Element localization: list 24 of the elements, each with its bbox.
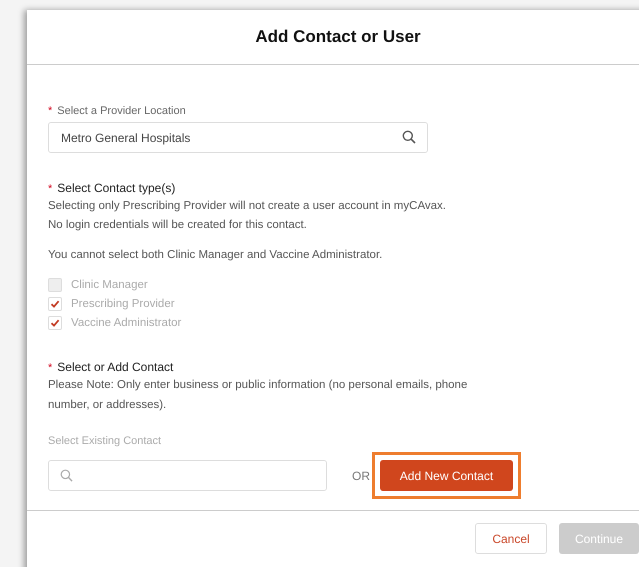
note-text: Please Note: Only enter business or public information (no personal emails, phone number, or addresses). [48, 378, 468, 413]
required-asterisk: * [48, 105, 52, 117]
cancel-button[interactable]: Cancel [475, 523, 547, 554]
search-icon [402, 130, 416, 144]
required-asterisk: * [48, 183, 52, 195]
section-heading: Select or Add Contact [57, 360, 174, 374]
search-icon [60, 469, 73, 482]
warning-text: You cannot select both Clinic Manager and Vaccine Administrator. [48, 248, 384, 263]
checkbox-label: Vaccine Administrator [71, 317, 182, 329]
checkbox[interactable] [48, 316, 62, 330]
required-asterisk: * [48, 362, 52, 374]
location-field[interactable]: Metro General Hospitals [48, 122, 428, 153]
checkbox-label: Prescribing Provider [71, 298, 175, 310]
section-heading: Select Contact type(s) [57, 181, 176, 195]
add-new-contact-button[interactable]: Add New Contact [380, 460, 513, 491]
checkbox-label: Clinic Manager [71, 279, 148, 291]
checkbox[interactable] [48, 297, 62, 311]
or-text: OR [352, 468, 370, 482]
field-label: Select a Provider Location [57, 105, 186, 117]
info-text: No login credentials will be created for this contact. [48, 218, 308, 233]
field-label: Select Existing Contact [48, 435, 162, 447]
info-text: Selecting only Prescribing Provider will not create a user account in myCAvax. [48, 199, 447, 214]
dialog-title: Add Contact or User [254, 27, 422, 47]
contact-search-field[interactable] [48, 460, 327, 491]
